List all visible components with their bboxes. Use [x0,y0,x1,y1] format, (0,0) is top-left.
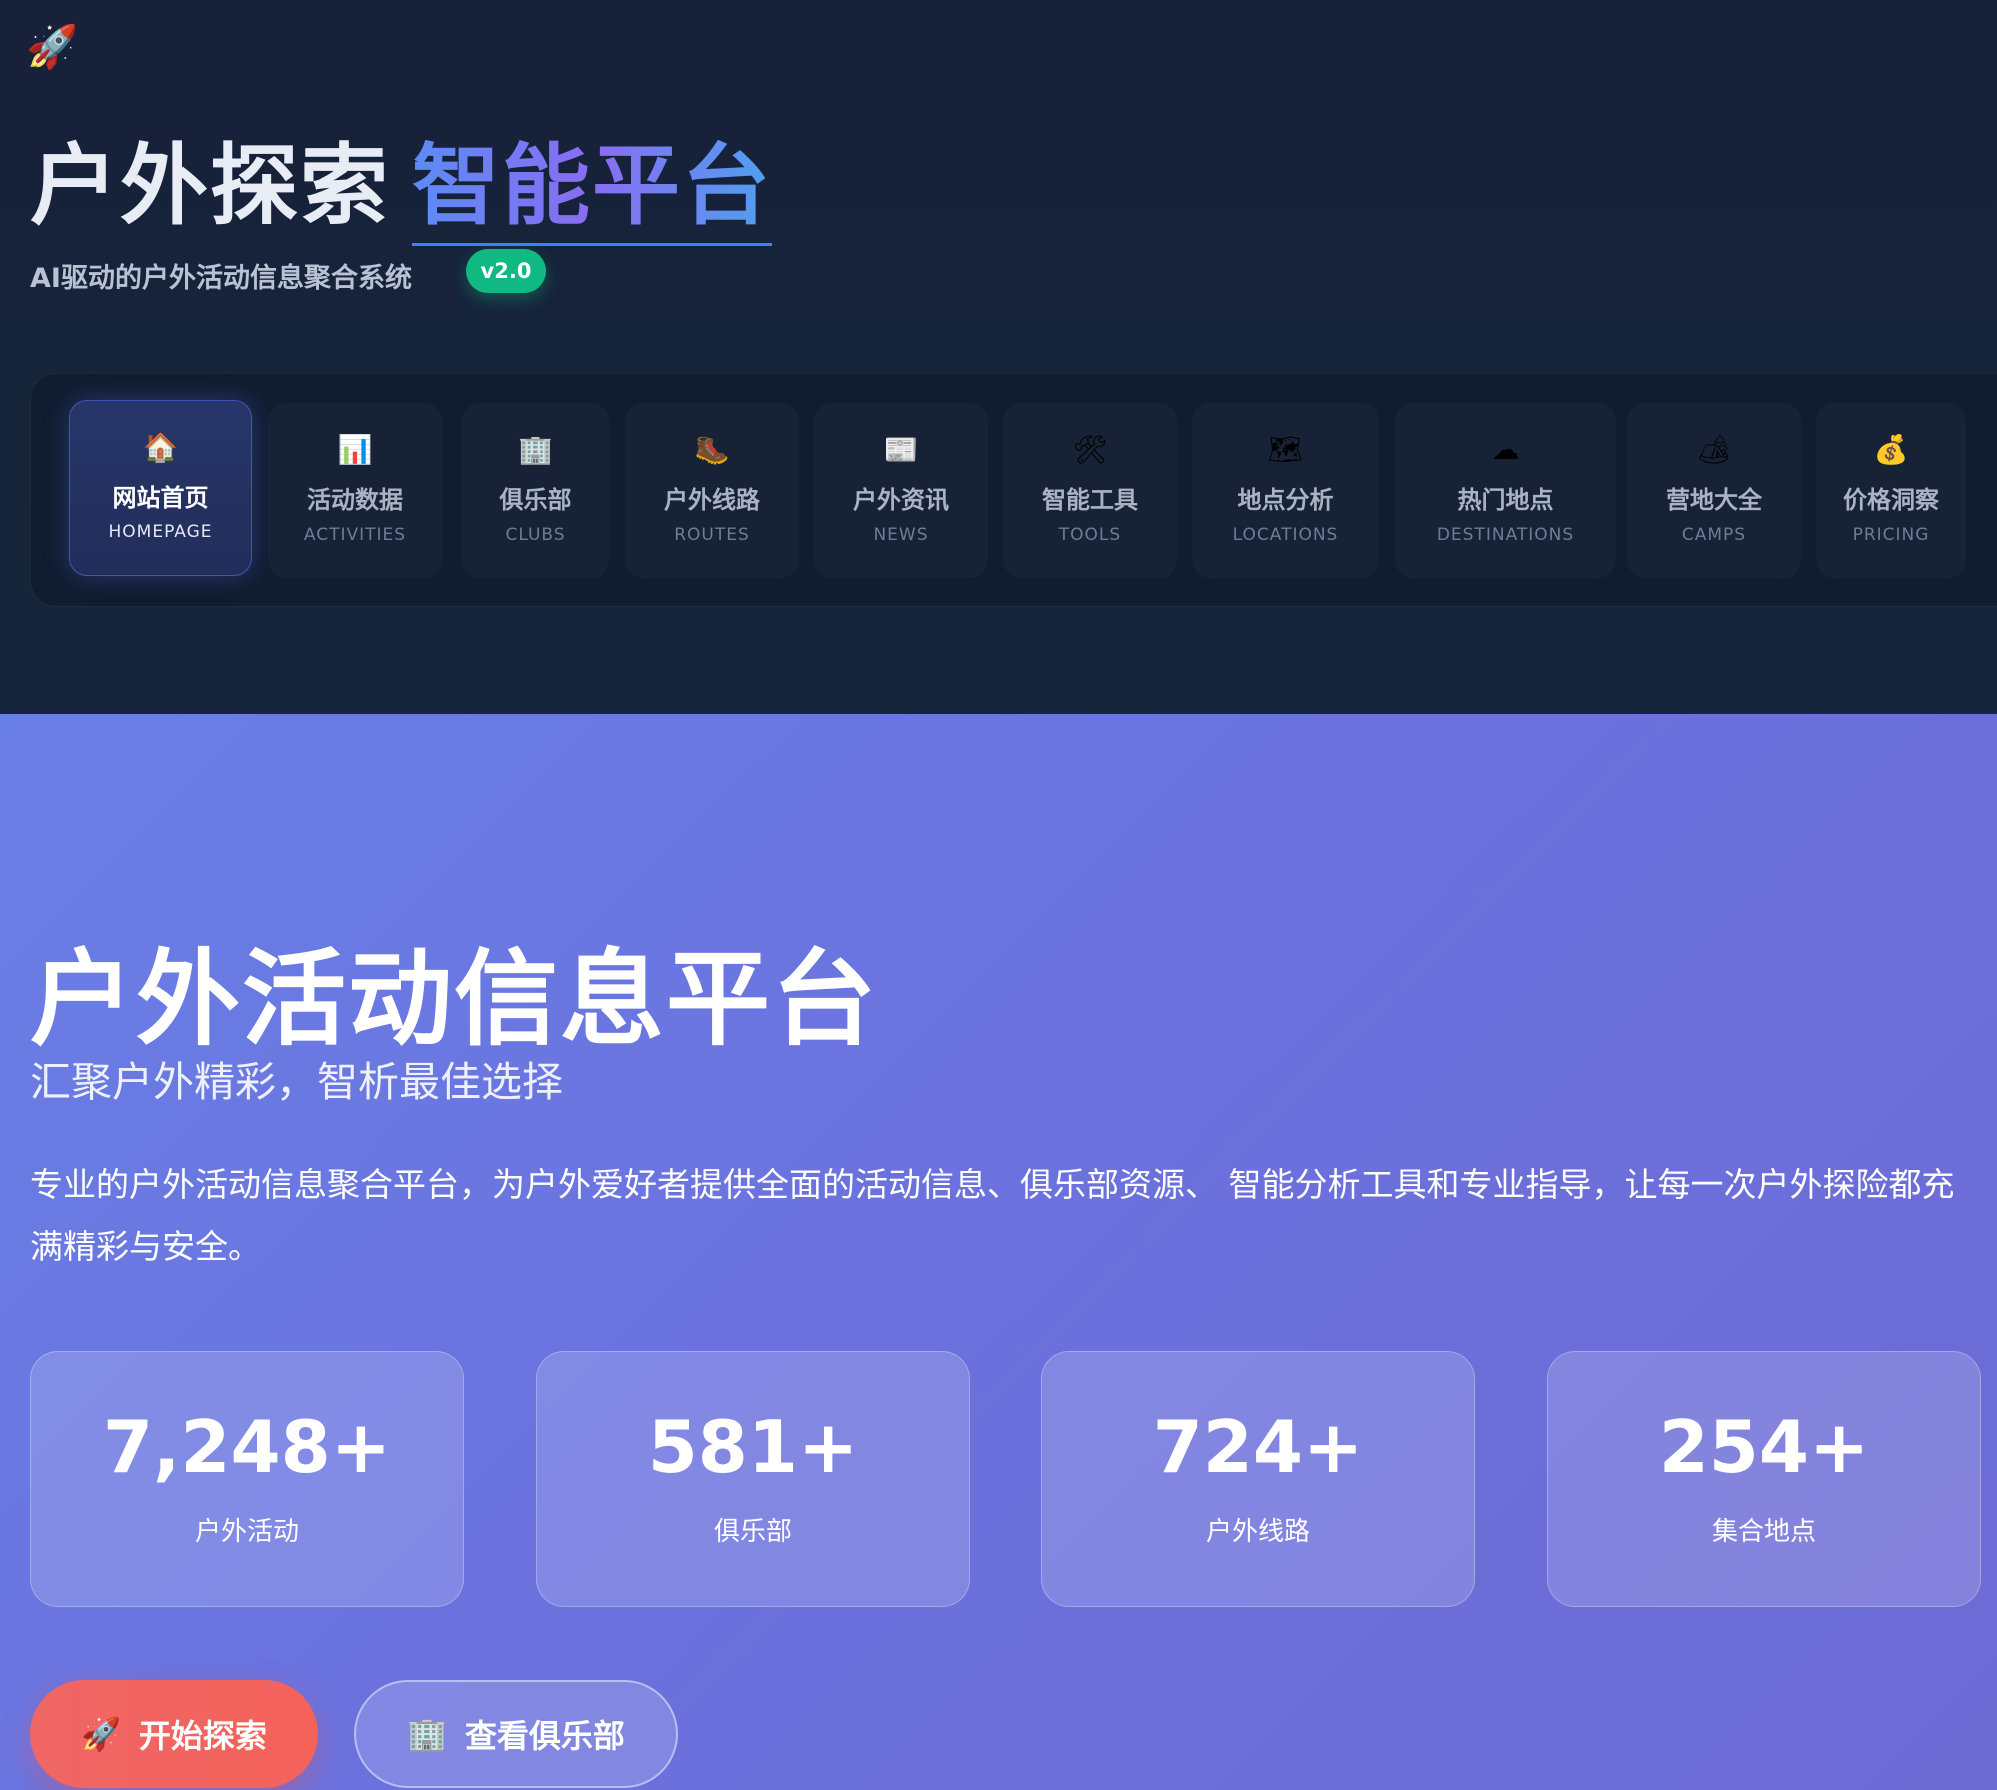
hero-description: 专业的户外活动信息聚合平台，为户外爱好者提供全面的活动信息、俱乐部资源、 智能分… [30,1165,1955,1266]
nav-item-news[interactable]: 📰 户外资讯 NEWS [814,403,988,578]
nav-label: 营地大全 [1666,486,1762,515]
nav-label: 户外资讯 [853,486,949,515]
view-clubs-button[interactable]: 🏢 查看俱乐部 [354,1680,678,1788]
rocket-icon: 🚀 [81,1715,121,1753]
nav-item-routes[interactable]: 🥾 户外线路 ROUTES [625,403,799,578]
nav-item-pricing[interactable]: 💰 价格洞察 PRICING [1816,403,1966,578]
nav-label-en: ROUTES [674,524,750,545]
stat-value: 7,248+ [102,1404,392,1489]
nav-label-en: NEWS [873,524,929,545]
stat-label: 集合地点 [1711,1516,1816,1547]
nav-label: 俱乐部 [499,486,572,515]
nav-label-en: ACTIVITIES [303,524,407,545]
map-icon: 🗺 [1267,433,1304,467]
money-bag-icon: 💰 [1873,433,1909,467]
nav-label-en: HOMEPAGE [108,522,213,543]
rocket-icon[interactable]: 🚀 [26,26,78,68]
camping-icon: 🏕 [1696,433,1732,467]
site-header: 🚀 户外探索 智能平台 AI驱动的户外活动信息聚合系统 v2.0 🏠 网站首页 H… [0,0,1997,714]
start-explore-label: 开始探索 [138,1717,267,1755]
version-badge: v2.0 [466,249,546,293]
nav-item-destinations[interactable]: ☁ 热门地点 DESTINATIONS [1395,403,1616,578]
newspaper-icon: 📰 [883,433,919,467]
stat-card-clubs: 581+ 俱乐部 [536,1351,970,1607]
nav-label-en: CAMPS [1681,524,1747,545]
stat-card-locations: 254+ 集合地点 [1547,1351,1981,1607]
hiking-boot-icon: 🥾 [694,433,730,467]
stat-card-routes: 724+ 户外线路 [1041,1351,1475,1607]
house-icon: 🏠 [143,430,178,464]
nav-label: 价格洞察 [1843,486,1939,515]
nav-item-locations[interactable]: 🗺 地点分析 LOCATIONS [1192,403,1379,578]
nav-label: 地点分析 [1237,486,1334,515]
nav-label-en: DESTINATIONS [1436,524,1575,545]
nav-item-camps[interactable]: 🏕 营地大全 CAMPS [1627,403,1801,578]
stat-value: 581+ [647,1404,859,1489]
stat-label: 户外活动 [194,1516,299,1547]
stat-card-activities: 7,248+ 户外活动 [30,1351,464,1607]
stat-label: 俱乐部 [713,1516,792,1547]
nav-label-en: PRICING [1852,524,1930,545]
stat-label: 户外线路 [1205,1516,1310,1547]
brand-title-main: 户外探索 [30,134,391,237]
nav-item-homepage[interactable]: 🏠 网站首页 HOMEPAGE [69,400,252,576]
nav-label-en: LOCATIONS [1232,524,1339,545]
bar-chart-icon: 📊 [337,433,373,467]
nav-label: 户外线路 [664,486,760,515]
brand-title-accent: 智能平台 [412,134,773,246]
start-explore-button[interactable]: 🚀 开始探索 [30,1680,318,1788]
nav-item-clubs[interactable]: 🏢 俱乐部 CLUBS [462,403,609,578]
hero-subtitle: 汇聚户外精彩，智析最佳选择 [30,1058,563,1106]
stat-value: 724+ [1152,1404,1364,1489]
hero-section: 户外活动信息平台 汇聚户外精彩，智析最佳选择 专业的户外活动信息聚合平台，为户外… [0,714,1997,1790]
nav-label: 网站首页 [112,483,209,512]
cloud-icon: ☁ [1491,433,1520,467]
building-icon: 🏢 [518,433,553,467]
nav-label: 智能工具 [1042,486,1138,515]
nav-label: 活动数据 [307,486,403,515]
nav-item-activities[interactable]: 📊 活动数据 ACTIVITIES [268,403,442,578]
nav-label: 热门地点 [1457,486,1554,515]
tagline: AI驱动的户外活动信息聚合系统 [30,263,412,294]
tools-icon: 🛠 [1072,433,1108,467]
nav-item-tools[interactable]: 🛠 智能工具 TOOLS [1003,403,1177,578]
brand-title: 户外探索 智能平台 [30,115,773,246]
building-icon: 🏢 [407,1715,447,1753]
hero-title: 户外活动信息平台 [30,938,879,1060]
main-nav: 🏠 网站首页 HOMEPAGE 📊 活动数据 ACTIVITIES 🏢 俱乐部 … [30,373,1997,607]
view-clubs-label: 查看俱乐部 [464,1717,625,1755]
nav-label-en: CLUBS [505,524,566,545]
nav-label-en: TOOLS [1058,524,1122,545]
stat-value: 254+ [1658,1404,1870,1489]
